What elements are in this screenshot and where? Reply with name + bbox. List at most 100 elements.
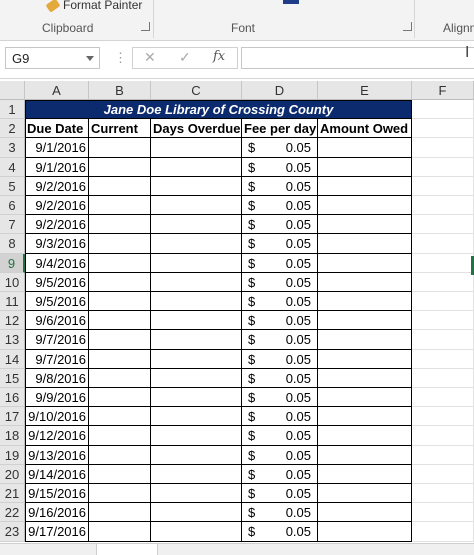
due-date-cell[interactable]: 9/10/2016 xyxy=(25,407,89,427)
fee-per-day-cell[interactable]: $0.05 xyxy=(242,176,318,196)
row-header-22[interactable]: 22 xyxy=(0,503,25,523)
amount-owed-cell[interactable] xyxy=(318,330,412,350)
current-header[interactable]: Current xyxy=(89,119,151,139)
formula-input[interactable] xyxy=(241,47,474,69)
current-cell[interactable] xyxy=(89,503,151,523)
amount-owed-cell[interactable] xyxy=(318,503,412,523)
due-date-cell[interactable]: 9/6/2016 xyxy=(25,311,89,331)
current-cell[interactable] xyxy=(89,407,151,427)
select-all-corner[interactable] xyxy=(0,81,25,100)
due-date-cell[interactable]: 9/1/2016 xyxy=(25,157,89,177)
column-header-b[interactable]: B xyxy=(89,81,151,100)
amount-owed-cell[interactable] xyxy=(318,196,412,216)
fee-per-day-cell[interactable]: $0.05 xyxy=(242,349,318,369)
row-header-1[interactable]: 1 xyxy=(0,100,25,120)
due-date-cell[interactable]: 9/3/2016 xyxy=(25,234,89,254)
amount-owed-cell[interactable] xyxy=(318,349,412,369)
current-cell[interactable] xyxy=(89,522,151,542)
column-header-c[interactable]: C xyxy=(151,81,242,100)
row-header-2[interactable]: 2 xyxy=(0,119,25,139)
row-header-6[interactable]: 6 xyxy=(0,196,25,216)
days-overdue-cell[interactable] xyxy=(151,292,242,312)
fee-per-day-cell[interactable]: $0.05 xyxy=(242,272,318,292)
days-overdue-cell[interactable] xyxy=(151,234,242,254)
days-overdue-cell[interactable] xyxy=(151,272,242,292)
fee-per-day-cell[interactable]: $0.05 xyxy=(242,368,318,388)
row-header-12[interactable]: 12 xyxy=(0,311,25,331)
column-header-f[interactable]: F xyxy=(412,81,474,100)
due-date-cell[interactable]: 9/1/2016 xyxy=(25,138,89,158)
current-cell[interactable] xyxy=(89,311,151,331)
amount-owed-cell[interactable] xyxy=(318,292,412,312)
days-overdue-cell[interactable] xyxy=(151,484,242,504)
days-overdue-cell[interactable] xyxy=(151,311,242,331)
due-date-cell[interactable]: 9/7/2016 xyxy=(25,349,89,369)
insert-function-icon[interactable]: fx xyxy=(213,49,225,64)
amount-owed-header[interactable]: Amount Owed xyxy=(318,119,412,139)
days-overdue-cell[interactable] xyxy=(151,196,242,216)
current-cell[interactable] xyxy=(89,484,151,504)
fee-per-day-cell[interactable]: $0.05 xyxy=(242,138,318,158)
days-overdue-cell[interactable] xyxy=(151,330,242,350)
row-header-11[interactable]: 11 xyxy=(0,292,25,312)
days-overdue-cell[interactable] xyxy=(151,253,242,273)
row-header-13[interactable]: 13 xyxy=(0,330,25,350)
fee-per-day-cell[interactable]: $0.05 xyxy=(242,407,318,427)
current-cell[interactable] xyxy=(89,234,151,254)
row-header-8[interactable]: 8 xyxy=(0,234,25,254)
days-overdue-cell[interactable] xyxy=(151,176,242,196)
current-cell[interactable] xyxy=(89,349,151,369)
due-date-cell[interactable]: 9/9/2016 xyxy=(25,388,89,408)
sheet-tab[interactable] xyxy=(96,544,158,555)
due-date-cell[interactable]: 9/5/2016 xyxy=(25,272,89,292)
days-overdue-cell[interactable] xyxy=(151,445,242,465)
days-overdue-cell[interactable] xyxy=(151,503,242,523)
row-header-5[interactable]: 5 xyxy=(0,176,25,196)
due-date-cell[interactable]: 9/7/2016 xyxy=(25,330,89,350)
chevron-down-icon[interactable] xyxy=(86,56,94,61)
row-header-10[interactable]: 10 xyxy=(0,272,25,292)
fee-per-day-cell[interactable]: $0.05 xyxy=(242,484,318,504)
column-header-d[interactable]: D xyxy=(242,81,318,100)
days-overdue-cell[interactable] xyxy=(151,138,242,158)
due-date-cell[interactable]: 9/12/2016 xyxy=(25,426,89,446)
current-cell[interactable] xyxy=(89,253,151,273)
current-cell[interactable] xyxy=(89,215,151,235)
row-header-23[interactable]: 23 xyxy=(0,522,25,542)
days-overdue-cell[interactable] xyxy=(151,522,242,542)
row-header-14[interactable]: 14 xyxy=(0,349,25,369)
row-header-20[interactable]: 20 xyxy=(0,464,25,484)
amount-owed-cell[interactable] xyxy=(318,138,412,158)
fee-per-day-cell[interactable]: $0.05 xyxy=(242,157,318,177)
row-header-3[interactable]: 3 xyxy=(0,138,25,158)
fee-per-day-cell[interactable]: $0.05 xyxy=(242,253,318,273)
font-color-icon[interactable] xyxy=(283,0,299,4)
current-cell[interactable] xyxy=(89,445,151,465)
amount-owed-cell[interactable] xyxy=(318,234,412,254)
amount-owed-cell[interactable] xyxy=(318,464,412,484)
current-cell[interactable] xyxy=(89,388,151,408)
row-header-16[interactable]: 16 xyxy=(0,388,25,408)
fee-per-day-cell[interactable]: $0.05 xyxy=(242,215,318,235)
column-header-a[interactable]: A xyxy=(25,81,89,100)
days-overdue-cell[interactable] xyxy=(151,407,242,427)
days-overdue-header[interactable]: Days Overdue xyxy=(151,119,242,139)
current-cell[interactable] xyxy=(89,292,151,312)
amount-owed-cell[interactable] xyxy=(318,484,412,504)
fee-per-day-cell[interactable]: $0.05 xyxy=(242,292,318,312)
current-cell[interactable] xyxy=(89,464,151,484)
due-date-cell[interactable]: 9/14/2016 xyxy=(25,464,89,484)
row-header-15[interactable]: 15 xyxy=(0,368,25,388)
amount-owed-cell[interactable] xyxy=(318,272,412,292)
current-cell[interactable] xyxy=(89,272,151,292)
due-date-cell[interactable]: 9/2/2016 xyxy=(25,196,89,216)
days-overdue-cell[interactable] xyxy=(151,157,242,177)
due-date-cell[interactable]: 9/16/2016 xyxy=(25,503,89,523)
days-overdue-cell[interactable] xyxy=(151,215,242,235)
fee-per-day-cell[interactable]: $0.05 xyxy=(242,234,318,254)
due-date-cell[interactable]: 9/2/2016 xyxy=(25,215,89,235)
days-overdue-cell[interactable] xyxy=(151,349,242,369)
row-header-7[interactable]: 7 xyxy=(0,215,25,235)
due-date-cell[interactable]: 9/5/2016 xyxy=(25,292,89,312)
amount-owed-cell[interactable] xyxy=(318,176,412,196)
